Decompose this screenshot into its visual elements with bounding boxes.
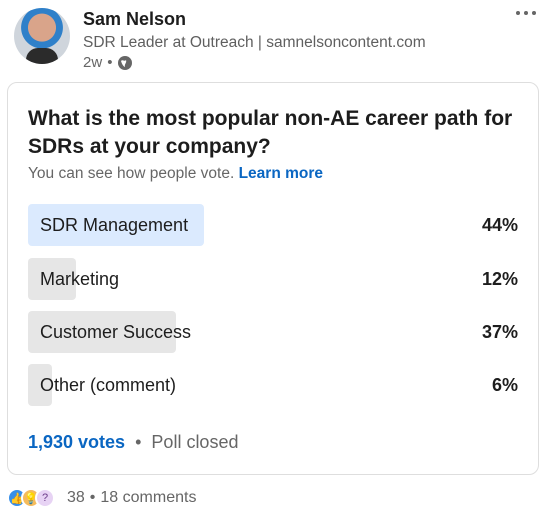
poll-option: Other (comment) 6% <box>28 364 520 406</box>
author-headline: SDR Leader at Outreach | samnelsonconten… <box>83 34 426 51</box>
social-separator: • <box>89 489 96 506</box>
poll-option-percent: 6% <box>491 375 518 395</box>
post-meta: 2w • <box>83 54 133 71</box>
poll-status: Poll closed <box>151 432 239 452</box>
poll-option-percent: 12% <box>481 269 518 289</box>
poll-card: What is the most popular non-AE career p… <box>7 82 539 475</box>
poll-option-label: SDR Management <box>40 215 189 235</box>
poll-option: Customer Success 37% <box>28 311 520 353</box>
post-time: 2w <box>83 54 103 71</box>
learn-more-link[interactable]: Learn more <box>239 165 323 182</box>
more-options-icon[interactable] <box>516 11 536 15</box>
post-header: Sam Nelson SDR Leader at Outreach | samn… <box>0 0 550 80</box>
poll-option-percent: 37% <box>481 322 518 342</box>
poll-option-percent: 44% <box>481 215 518 235</box>
reaction-icons[interactable]: 👍 💡 ? <box>7 488 55 508</box>
comments-count-link[interactable]: 18 comments <box>100 489 196 507</box>
poll-option: Marketing 12% <box>28 258 520 300</box>
poll-footer: 1,930 votes • Poll closed <box>28 432 238 453</box>
poll-option-label: Marketing <box>40 269 120 289</box>
poll-visibility-text: You can see how people vote. <box>28 165 235 182</box>
globe-icon <box>117 55 133 71</box>
poll-visibility-note: You can see how people vote. Learn more <box>28 165 323 183</box>
author-name[interactable]: Sam Nelson <box>83 9 186 30</box>
votes-link[interactable]: 1,930 votes <box>28 432 125 452</box>
poll-option: SDR Management 44% <box>28 204 520 246</box>
meta-separator: • <box>107 54 113 71</box>
author-avatar[interactable] <box>14 8 70 64</box>
reaction-count[interactable]: 38 <box>67 489 85 507</box>
poll-option-label: Other (comment) <box>40 375 177 395</box>
social-counts: 👍 💡 ? 38 • 18 comments <box>7 488 196 508</box>
curious-icon: ? <box>35 488 55 508</box>
footer-separator: • <box>135 432 142 452</box>
poll-question: What is the most popular non-AE career p… <box>28 107 513 158</box>
poll-option-label: Customer Success <box>40 322 192 342</box>
